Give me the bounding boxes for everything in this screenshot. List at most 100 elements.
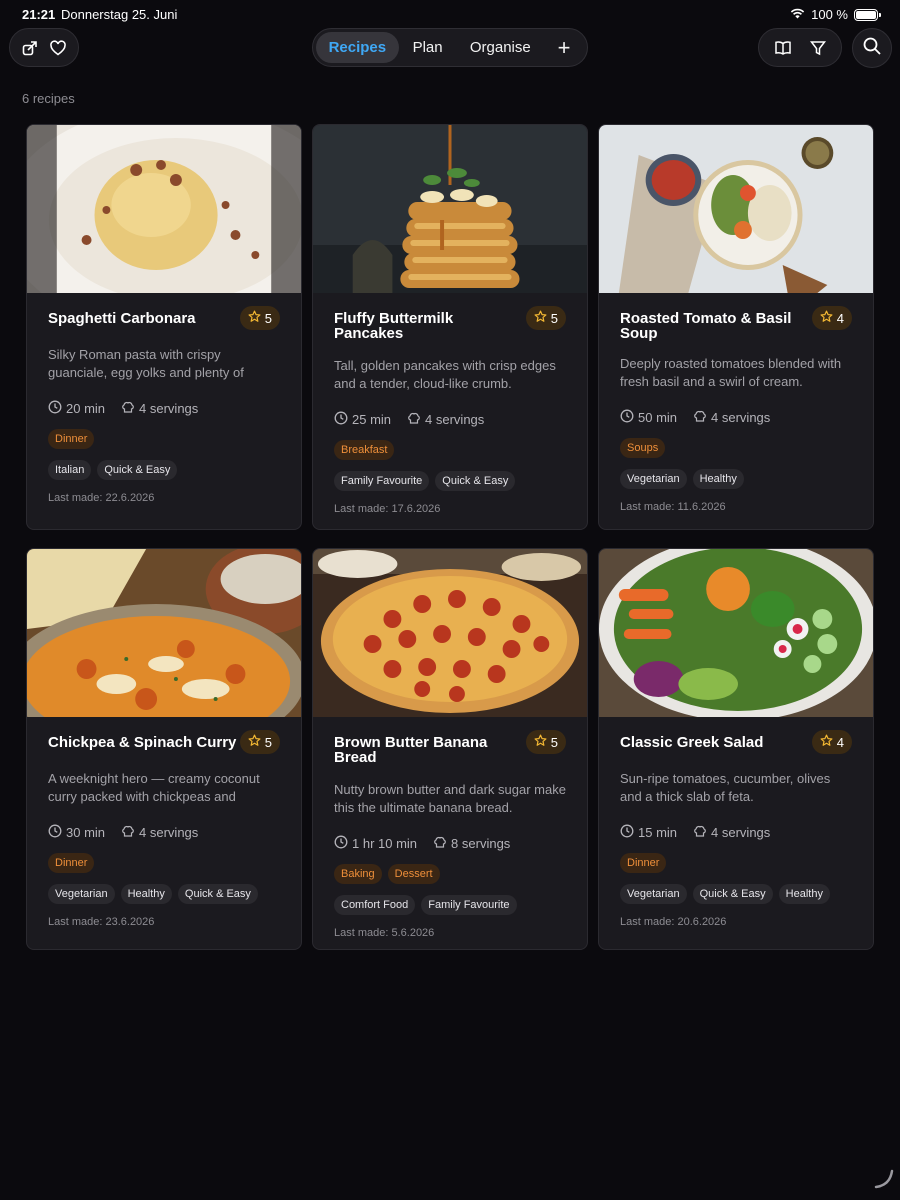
resize-corner-indicator[interactable] — [874, 1169, 894, 1194]
recipe-description: A weeknight hero — creamy coconut curry … — [48, 771, 260, 804]
category-badge[interactable]: Dinner — [48, 429, 95, 449]
category-list: Breakfast — [334, 440, 566, 460]
chef-hat-icon — [433, 835, 447, 852]
chef-hat-icon — [121, 824, 135, 841]
category-list: Dinner — [48, 853, 280, 873]
category-list: Soups — [620, 438, 852, 458]
recipe-card[interactable]: Roasted Tomato & Basil Soup 4 Deeply roa… — [598, 124, 874, 530]
recipe-time: 15 min — [638, 825, 678, 840]
category-badge[interactable]: Breakfast — [334, 440, 395, 460]
star-icon — [248, 734, 261, 750]
recipe-servings: 4 servings — [711, 825, 771, 840]
recipe-photo-pizza — [313, 549, 587, 717]
tag-list: Vegetarian Healthy — [620, 469, 852, 489]
star-icon — [248, 310, 261, 326]
tag-chip[interactable]: Vegetarian — [620, 469, 687, 489]
recipe-title: Spaghetti Carbonara — [48, 310, 196, 327]
tag-chip[interactable]: Quick & Easy — [97, 460, 178, 480]
tab-organise[interactable]: Organise — [456, 32, 544, 63]
recipe-photo-pancakes — [313, 125, 587, 293]
rating-value: 5 — [264, 734, 272, 750]
clock-icon — [334, 411, 348, 428]
battery-percent: 100 % — [811, 7, 848, 22]
recipe-card[interactable]: Spaghetti Carbonara 5 Silky Roman pasta … — [26, 124, 302, 530]
tag-chip[interactable]: Healthy — [692, 469, 744, 489]
star-icon — [820, 734, 833, 750]
clock-icon — [620, 824, 634, 841]
recipe-description: Nutty brown butter and dark sugar make t… — [334, 782, 566, 815]
tag-chip[interactable]: Vegetarian — [48, 884, 115, 904]
rating-badge: 4 — [811, 306, 852, 330]
last-made: Last made: 23.6.2026 — [48, 916, 155, 928]
recipe-meta: 20 min 4 servings — [48, 400, 280, 417]
tag-chip[interactable]: Comfort Food — [334, 895, 416, 915]
recipe-card[interactable]: Chickpea & Spinach Curry 5 A weeknight h… — [26, 548, 302, 950]
recipe-meta: 15 min 4 servings — [620, 824, 852, 841]
last-made: Last made: 22.6.2026 — [48, 492, 155, 504]
rating-badge: 5 — [525, 730, 566, 754]
status-time: 21:21 — [22, 7, 56, 22]
rating-value: 5 — [550, 734, 558, 750]
category-badge[interactable]: Dessert — [387, 864, 440, 884]
star-icon — [534, 310, 547, 326]
tab-plan[interactable]: Plan — [399, 32, 457, 63]
rating-value: 5 — [550, 310, 558, 326]
recipe-description: Sun-ripe tomatoes, cucumber, olives and … — [620, 771, 831, 804]
tag-chip[interactable]: Italian — [48, 460, 92, 480]
book-icon[interactable] — [769, 34, 797, 62]
recipe-card[interactable]: Classic Greek Salad 4 Sun-ripe tomatoes,… — [598, 548, 874, 950]
rating-badge: 5 — [525, 306, 566, 330]
recipe-card[interactable]: Brown Butter Banana Bread 5 Nutty brown … — [312, 548, 588, 950]
star-icon — [820, 310, 833, 326]
recipe-description: Silky Roman pasta with crispy guanciale,… — [48, 347, 244, 380]
recipe-title: Fluffy Buttermilk Pancakes — [334, 310, 454, 342]
rating-value: 5 — [264, 310, 272, 326]
tag-chip[interactable]: Healthy — [778, 884, 830, 904]
recipe-photo-curry — [27, 549, 301, 717]
category-badge[interactable]: Dinner — [620, 853, 667, 873]
tag-chip[interactable]: Family Favourite — [421, 895, 517, 915]
share-recipe-icon[interactable] — [16, 34, 44, 62]
toolbar-right-group — [758, 28, 842, 67]
recipe-description: Tall, golden pancakes with crisp edges a… — [334, 358, 556, 391]
recipe-servings: 4 servings — [425, 412, 485, 427]
rating-badge: 4 — [811, 730, 852, 754]
tag-list: Italian Quick & Easy — [48, 460, 280, 480]
tag-chip[interactable]: Quick & Easy — [435, 471, 516, 491]
recipe-servings: 8 servings — [451, 836, 511, 851]
toolbar-left-group — [9, 28, 79, 67]
filter-icon[interactable] — [804, 34, 832, 62]
tag-chip[interactable]: Quick & Easy — [177, 884, 258, 904]
recipe-photo-salad — [599, 549, 873, 717]
tag-list: Vegetarian Healthy Quick & Easy — [48, 884, 280, 904]
recipe-meta: 1 hr 10 min 8 servings — [334, 835, 566, 852]
recipe-time: 30 min — [66, 825, 106, 840]
search-icon — [862, 36, 882, 61]
tag-chip[interactable]: Quick & Easy — [692, 884, 773, 904]
last-made: Last made: 17.6.2026 — [334, 503, 441, 515]
chef-hat-icon — [121, 400, 135, 417]
rating-value: 4 — [836, 734, 844, 750]
recipe-servings: 4 servings — [711, 410, 771, 425]
add-recipe-button[interactable]: + — [544, 32, 584, 63]
category-badge[interactable]: Soups — [620, 438, 666, 458]
tab-recipes[interactable]: Recipes — [316, 32, 399, 63]
recipe-meta: 30 min 4 servings — [48, 824, 280, 841]
rating-value: 4 — [836, 310, 844, 326]
recipe-title: Chickpea & Spinach Curry — [48, 734, 237, 751]
category-badge[interactable]: Baking — [334, 864, 382, 884]
rating-badge: 5 — [239, 306, 280, 330]
category-badge[interactable]: Dinner — [48, 853, 95, 873]
search-button[interactable] — [852, 28, 892, 68]
tag-chip[interactable]: Family Favourite — [334, 471, 430, 491]
tag-chip[interactable]: Healthy — [120, 884, 172, 904]
recipe-time: 25 min — [352, 412, 392, 427]
recipe-card[interactable]: Fluffy Buttermilk Pancakes 5 Tall, golde… — [312, 124, 588, 530]
rating-badge: 5 — [239, 730, 280, 754]
heart-icon[interactable] — [44, 34, 72, 62]
recipe-time: 1 hr 10 min — [352, 836, 418, 851]
recipe-time: 50 min — [638, 410, 678, 425]
tag-chip[interactable]: Vegetarian — [620, 884, 687, 904]
status-right: 100 % — [790, 7, 881, 22]
last-made: Last made: 20.6.2026 — [620, 916, 727, 928]
